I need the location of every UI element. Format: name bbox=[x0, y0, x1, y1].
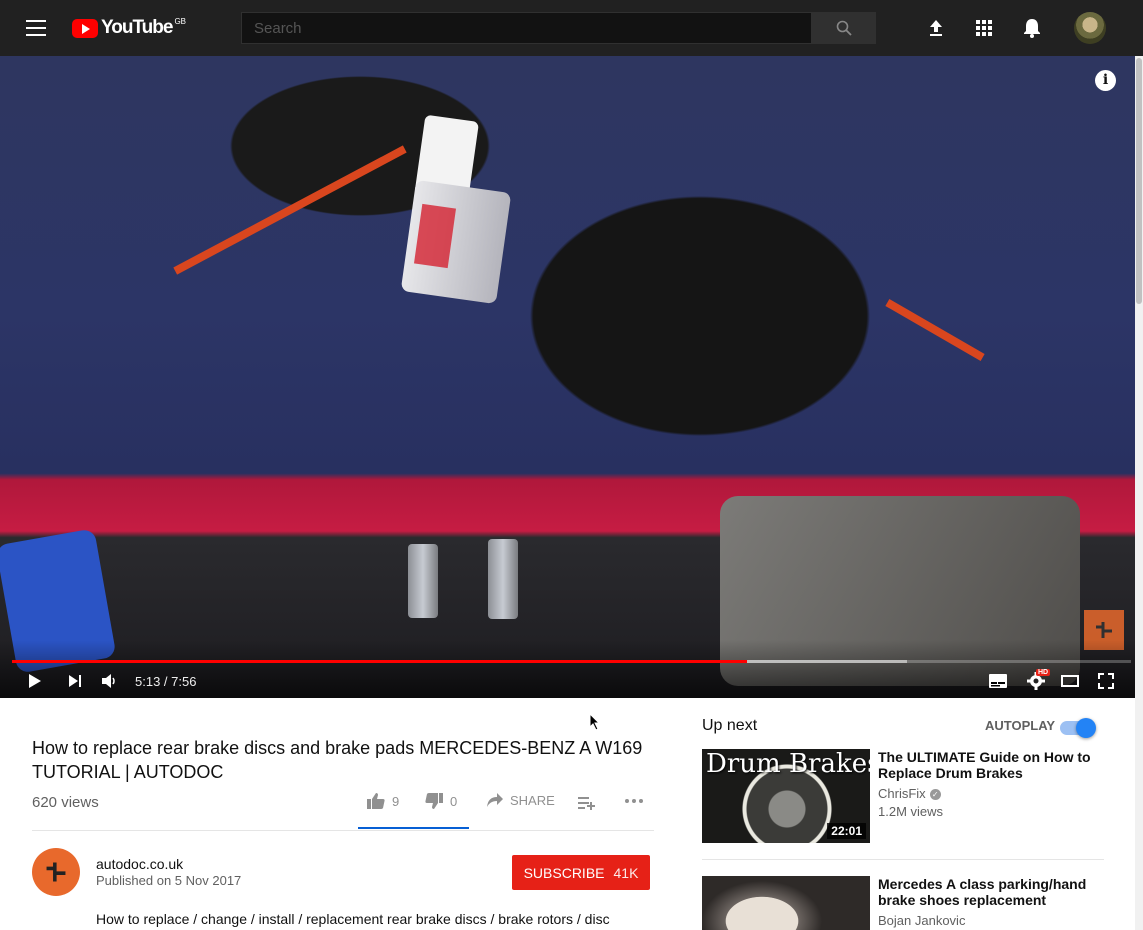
share-button[interactable]: SHARE bbox=[486, 792, 555, 808]
up-next-video-title[interactable]: The ULTIMATE Guide on How to Replace Dru… bbox=[878, 749, 1108, 781]
upload-button[interactable] bbox=[924, 16, 948, 40]
thumbnail-text: Drum Brakes bbox=[706, 749, 870, 779]
search-input[interactable] bbox=[241, 12, 812, 44]
fullscreen-button[interactable] bbox=[1096, 670, 1116, 692]
up-next-heading: Up next bbox=[702, 717, 758, 734]
view-count: 620 views bbox=[32, 794, 99, 811]
sentiment-bar bbox=[358, 827, 469, 829]
apps-button[interactable] bbox=[972, 16, 996, 40]
masthead: YouTube GB bbox=[0, 0, 1143, 56]
upload-icon bbox=[930, 20, 942, 36]
search-button[interactable] bbox=[811, 12, 876, 44]
channel-name[interactable]: autodoc.co.uk bbox=[96, 856, 183, 872]
video-thumbnail[interactable] bbox=[702, 876, 870, 930]
page-scrollbar[interactable] bbox=[1135, 56, 1143, 930]
fullscreen-icon bbox=[1098, 673, 1114, 689]
dislike-button[interactable]: 0 bbox=[424, 792, 457, 810]
youtube-play-logo-icon bbox=[72, 18, 98, 38]
play-button[interactable] bbox=[26, 670, 44, 692]
divider bbox=[32, 830, 654, 831]
progress-bar[interactable] bbox=[12, 660, 1131, 663]
volume-icon bbox=[102, 674, 115, 688]
verified-icon: ✓ bbox=[929, 789, 941, 801]
settings-button[interactable]: HD bbox=[1024, 669, 1051, 692]
notifications-icon bbox=[1024, 19, 1040, 38]
video-thumbnail[interactable]: Drum Brakes 22:01 bbox=[702, 749, 870, 843]
account-avatar[interactable] bbox=[1074, 12, 1106, 44]
thumbs-up-icon bbox=[367, 793, 385, 809]
subscriber-count: 41K bbox=[613, 864, 639, 881]
thumbs-down-icon bbox=[425, 793, 443, 809]
video-duration: 22:01 bbox=[827, 823, 866, 839]
next-icon bbox=[69, 675, 81, 687]
mouse-cursor-icon bbox=[589, 713, 601, 731]
time-display: 5:13 / 7:56 bbox=[135, 674, 197, 689]
region-code: GB bbox=[174, 16, 187, 26]
subtitles-icon bbox=[989, 674, 1007, 688]
mute-button[interactable] bbox=[100, 670, 120, 692]
logo-text: YouTube bbox=[101, 17, 173, 38]
info-icon[interactable]: i bbox=[1095, 70, 1116, 91]
theater-mode-icon bbox=[1061, 675, 1079, 687]
video-frame[interactable] bbox=[0, 56, 1143, 698]
related-video-channel[interactable]: Bojan Jankovic bbox=[878, 913, 965, 928]
hd-badge: HD bbox=[1036, 669, 1051, 676]
dislike-count: 0 bbox=[450, 793, 458, 809]
more-actions-button[interactable] bbox=[624, 798, 644, 804]
share-label: SHARE bbox=[510, 792, 555, 808]
theater-mode-button[interactable] bbox=[1060, 670, 1080, 692]
add-to-playlist-button[interactable] bbox=[578, 796, 596, 810]
share-icon bbox=[487, 793, 503, 807]
subtitles-button[interactable] bbox=[987, 670, 1009, 692]
up-next-channel[interactable]: ChrisFix ✓ bbox=[878, 786, 941, 801]
channel-avatar[interactable] bbox=[32, 848, 80, 896]
menu-icon[interactable] bbox=[26, 20, 46, 36]
playlist-add-icon bbox=[578, 797, 595, 810]
youtube-logo[interactable]: YouTube GB bbox=[72, 17, 186, 39]
related-video-title[interactable]: Mercedes A class parking/hand brake shoe… bbox=[878, 876, 1108, 908]
search-icon bbox=[836, 20, 852, 36]
autoplay-label: AUTOPLAY bbox=[985, 718, 1056, 733]
next-button[interactable] bbox=[66, 670, 84, 692]
apps-icon bbox=[976, 20, 992, 36]
played-bar bbox=[12, 660, 748, 663]
subscribe-button[interactable]: SUBSCRIBE 41K bbox=[512, 855, 650, 890]
video-title: How to replace rear brake discs and brak… bbox=[32, 738, 643, 782]
channel-name: ChrisFix bbox=[878, 786, 926, 801]
divider bbox=[702, 859, 1104, 860]
autodoc-logo-icon bbox=[1096, 622, 1112, 638]
like-button[interactable]: 9 bbox=[366, 792, 399, 810]
up-next-views: 1.2M views bbox=[878, 804, 944, 819]
play-icon bbox=[29, 674, 41, 688]
more-horizontal-icon bbox=[625, 799, 643, 803]
autodoc-logo-icon bbox=[46, 862, 66, 882]
video-description: How to replace / change / install / repl… bbox=[96, 911, 610, 927]
autoplay-toggle[interactable] bbox=[1060, 718, 1096, 738]
publish-date: Published on 5 Nov 2017 bbox=[96, 873, 242, 888]
notifications-button[interactable] bbox=[1020, 16, 1044, 40]
subscribe-label: SUBSCRIBE bbox=[523, 864, 605, 881]
like-count: 9 bbox=[392, 793, 400, 809]
